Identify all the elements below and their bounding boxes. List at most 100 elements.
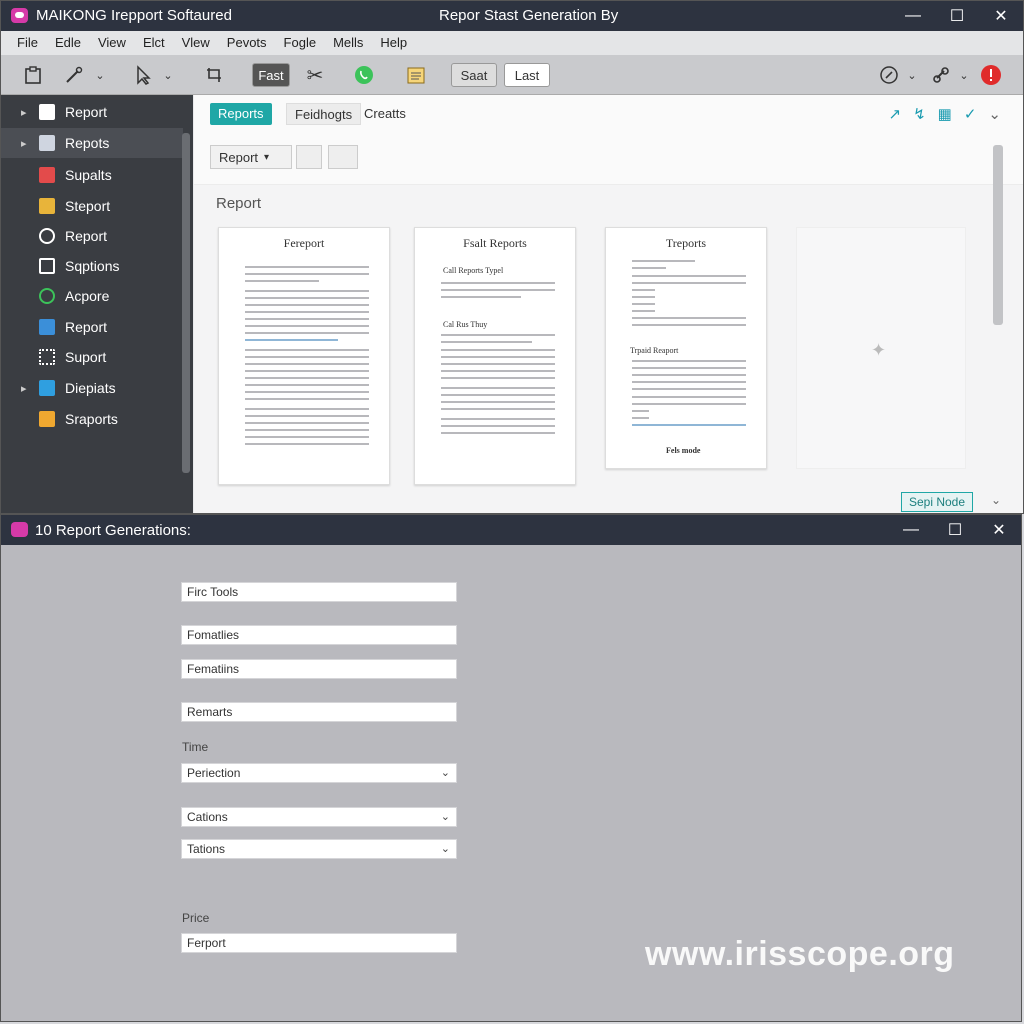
page-text-block [632, 260, 746, 331]
report-page-1[interactable]: Fereport [218, 227, 390, 485]
more-chevron-icon[interactable]: ⌄ [988, 105, 1001, 123]
page-text-block [245, 266, 369, 450]
fast-button[interactable]: Fast [252, 63, 290, 87]
clipboard-icon[interactable] [19, 63, 47, 87]
grid-view-icon[interactable]: ▦ [938, 105, 952, 123]
main-scrollbar[interactable] [993, 145, 1003, 325]
blank-tool-button[interactable] [328, 145, 358, 169]
report-page-placeholder[interactable]: ✦ [796, 227, 966, 469]
report-page-3[interactable]: Treports Trpaid Reaport Fels mode [605, 227, 767, 469]
close-button[interactable]: ✕ [979, 1, 1023, 31]
sidebar-item-label: Diepiats [65, 380, 116, 396]
sidebar-item-label: Supalts [65, 167, 112, 183]
menu-elct[interactable]: Elct [143, 31, 165, 55]
menu-edit[interactable]: Edle [55, 31, 81, 55]
sidebar-item-report-3[interactable]: Report [1, 312, 183, 342]
sidebar-item-sraports[interactable]: Sraports [1, 404, 183, 434]
document-title: Repor Stast Generation By [439, 7, 619, 24]
share-icon[interactable]: ↯ [913, 105, 926, 123]
report-generations-window: 10 Report Generations: — ☐ ✕ Firc Tools … [0, 514, 1022, 1022]
notes-icon[interactable] [403, 63, 429, 87]
tab-actions: ↗ ↯ ▦ ✓ ⌄ [889, 105, 1002, 123]
sidebar-item-diepiats[interactable]: ▸ Diepiats [1, 373, 183, 403]
sidebar-item-report[interactable]: ▸ Report [1, 97, 183, 127]
field-firc-tools[interactable]: Firc Tools [181, 582, 457, 602]
tab-feidhogts[interactable]: Feidhogts [286, 103, 362, 125]
title-bar: 10 Report Generations: — ☐ ✕ [1, 515, 1021, 545]
page-text-block [441, 334, 555, 439]
checkmark-icon[interactable]: ✓ [964, 105, 977, 123]
field-fematiins[interactable]: Fematiins [181, 659, 457, 679]
start-button[interactable]: Saat [451, 63, 497, 87]
field-ferport[interactable]: Ferport [181, 933, 457, 953]
minimize-button[interactable]: — [889, 515, 933, 545]
watermark-text: www.irisscope.org [645, 935, 955, 973]
select-cations[interactable]: Cations ⌄ [181, 807, 457, 827]
sidebar-item-suport[interactable]: Suport [1, 342, 183, 372]
pointer-icon[interactable] [131, 63, 155, 87]
select-value: Periection [187, 766, 241, 780]
sidebar-item-supalts[interactable]: Supalts [1, 160, 183, 190]
sidebar-item-steport[interactable]: Steport [1, 191, 183, 221]
menu-mells[interactable]: Mells [333, 31, 363, 55]
maximize-button[interactable]: ☐ [933, 515, 977, 545]
tab-bar: Reports Feidhogts Creatts ↗ ↯ ▦ ✓ ⌄ [194, 95, 1023, 133]
edit-icon[interactable] [877, 63, 901, 87]
page-subtitle: Call Reports Typel [443, 266, 504, 275]
page-title: Fsalt Reports [463, 236, 527, 250]
whatsapp-icon[interactable] [351, 63, 377, 87]
table-icon [39, 258, 55, 274]
close-button[interactable]: ✕ [977, 515, 1021, 545]
expand-caret-icon[interactable]: ▸ [21, 106, 27, 119]
palette-icon [39, 167, 55, 183]
select-periection[interactable]: Periection ⌄ [181, 763, 457, 783]
expand-arrow-icon[interactable]: ↗ [889, 105, 902, 123]
expand-caret-icon[interactable]: ▸ [21, 382, 27, 395]
page-title: Treports [665, 236, 707, 250]
expand-caret-icon[interactable]: ▸ [21, 137, 27, 150]
edit-dropdown-chevron-icon[interactable]: ⌄ [905, 63, 919, 87]
field-fomatlies[interactable]: Fomatlies [181, 625, 457, 645]
field-remarts[interactable]: Remarts [181, 702, 457, 722]
notification-icon[interactable] [979, 63, 1003, 87]
save-dropdown-chevron-icon[interactable]: ⌄ [991, 493, 1001, 507]
scissors-icon[interactable]: ✂ [303, 63, 327, 87]
select-tations[interactable]: Tations ⌄ [181, 839, 457, 859]
chevron-down-icon: ⌄ [440, 843, 450, 855]
frame-icon[interactable] [201, 63, 227, 87]
sidebar-item-label: Steport [65, 198, 111, 214]
menu-pevots[interactable]: Pevots [227, 31, 267, 55]
menu-help[interactable]: Help [380, 31, 407, 55]
title-bar: MAIKONG Irepport Softaured Repor Stast G… [1, 1, 1023, 31]
report-page-2[interactable]: Fsalt Reports Call Reports Typel Cal Rus… [414, 227, 576, 485]
minimize-button[interactable]: — [891, 1, 935, 31]
sidebar-item-report-2[interactable]: Report [1, 221, 183, 251]
tab-reports[interactable]: Reports [210, 103, 272, 125]
sidebar-scrollbar[interactable] [182, 133, 190, 473]
sidebar-item-sqptions[interactable]: Sqptions [1, 251, 183, 281]
pointer-dropdown-chevron-icon[interactable]: ⌄ [161, 63, 175, 87]
last-button[interactable]: Last [504, 63, 550, 87]
link-icon[interactable] [929, 63, 953, 87]
menu-vlew[interactable]: Vlew [182, 31, 210, 55]
report-select-value: Report [219, 149, 259, 165]
maximize-button[interactable]: ☐ [935, 1, 979, 31]
app-title: MAIKONG Irepport Softaured [36, 7, 232, 24]
label-price: Price [182, 911, 210, 925]
attach-icon[interactable] [296, 145, 322, 169]
menu-fogle[interactable]: Fogle [284, 31, 317, 55]
save-mode-button[interactable]: Sepi Node [901, 492, 973, 512]
sidebar-item-label: Acpore [65, 288, 110, 304]
menu-view[interactable]: View [98, 31, 126, 55]
wand-icon[interactable] [61, 63, 87, 87]
sidebar-item-label: Suport [65, 349, 107, 365]
menu-file[interactable]: File [17, 31, 38, 55]
page-subtitle: Trpaid Reaport [630, 346, 679, 355]
wand-dropdown-chevron-icon[interactable]: ⌄ [93, 63, 107, 87]
sidebar-item-repots[interactable]: ▸ Repots [1, 128, 183, 158]
sidebar-item-acpore[interactable]: Acpore [1, 281, 183, 311]
app-logo-icon [11, 522, 28, 537]
tab-creatts[interactable]: Creatts [356, 103, 414, 125]
report-select[interactable]: Report ▾ [210, 145, 292, 169]
link-dropdown-chevron-icon[interactable]: ⌄ [957, 63, 971, 87]
